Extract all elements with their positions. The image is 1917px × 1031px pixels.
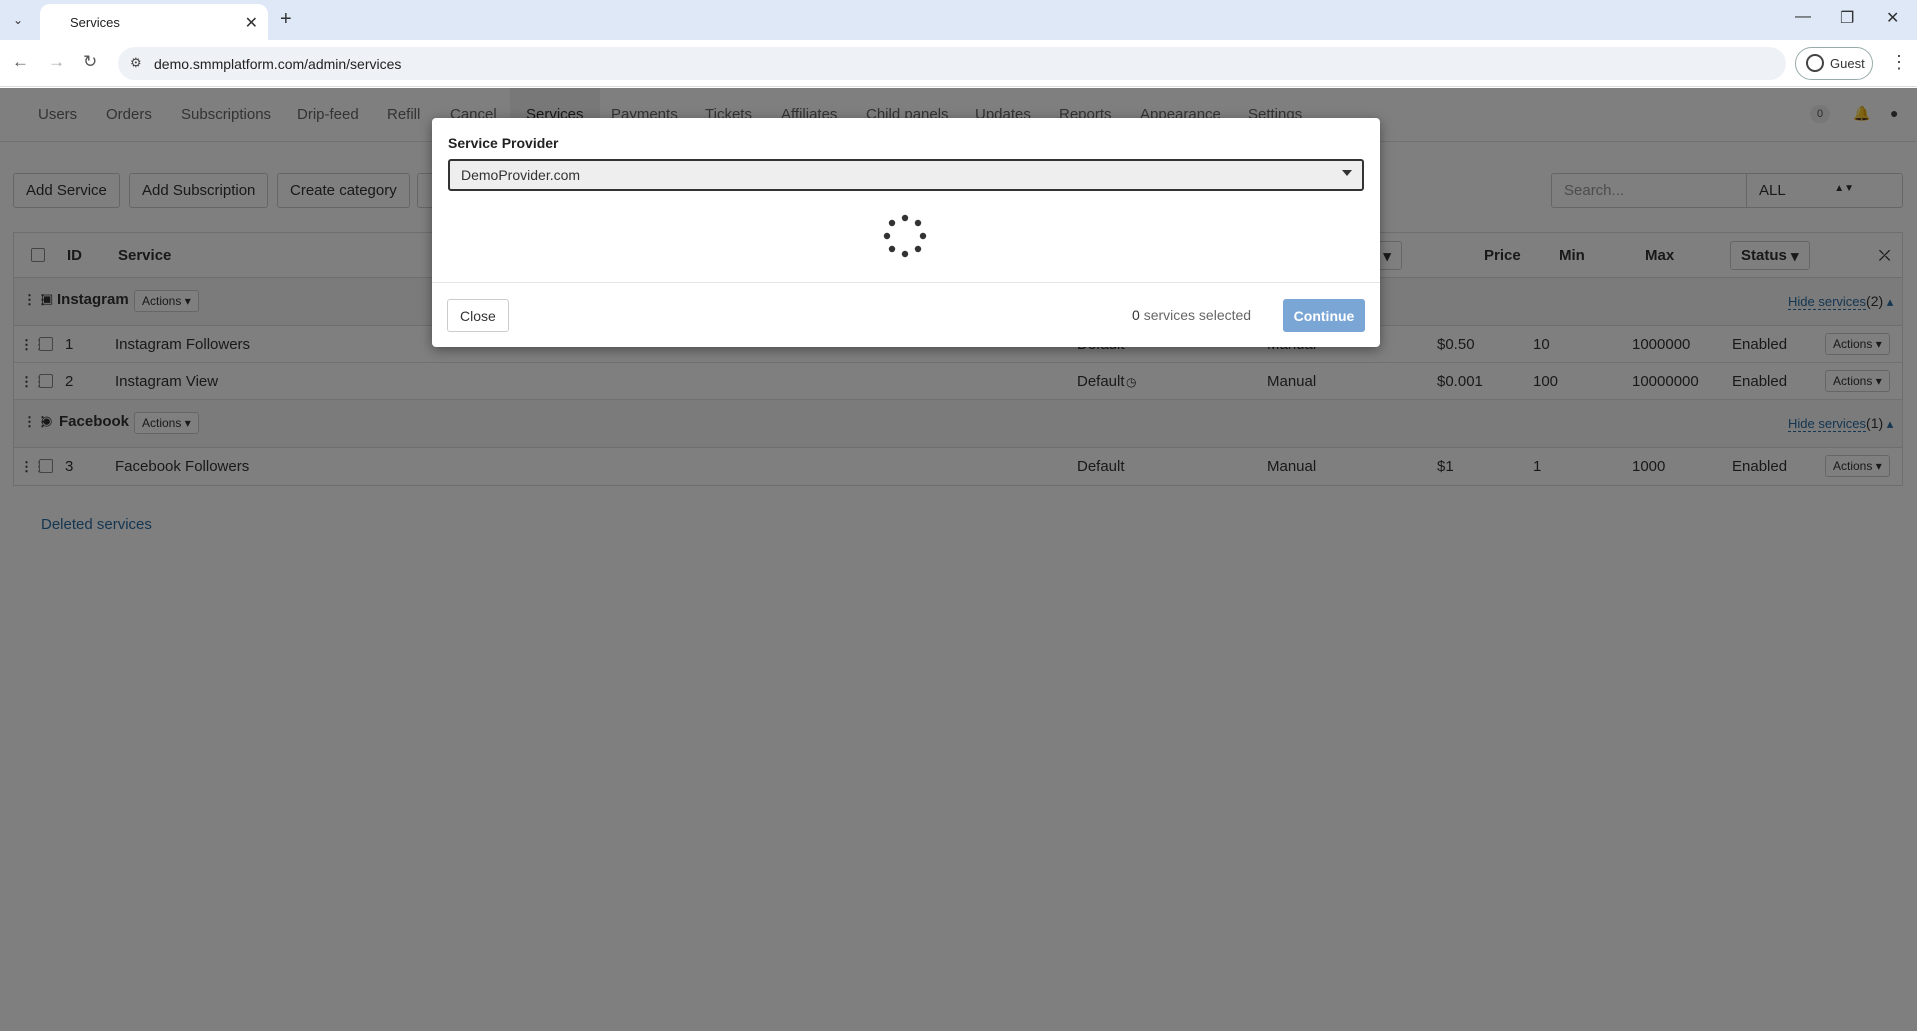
modal-footer: Close 0 services selected Continue bbox=[432, 282, 1380, 347]
back-icon[interactable]: ← bbox=[12, 52, 29, 72]
modal-label: Service Provider bbox=[448, 135, 559, 151]
address-bar: ← → ↻ ⚙ demo.smmplatform.com/admin/servi… bbox=[0, 40, 1917, 87]
provider-select[interactable]: DemoProvider.com bbox=[448, 159, 1364, 191]
selected-count-text: 0 services selected bbox=[1132, 307, 1251, 323]
browser-tab-bar: ⌄ Services ✕ + — ❐ ✕ bbox=[0, 0, 1917, 40]
service-provider-modal: Service Provider DemoProvider.com Close … bbox=[432, 118, 1380, 347]
loading-spinner-icon bbox=[883, 214, 927, 258]
url-text: demo.smmplatform.com/admin/services bbox=[154, 55, 402, 72]
profile-label: Guest bbox=[1830, 56, 1865, 71]
continue-button[interactable]: Continue bbox=[1283, 299, 1365, 332]
url-field[interactable]: ⚙ demo.smmplatform.com/admin/services bbox=[118, 47, 1786, 80]
restore-icon[interactable]: ❐ bbox=[1840, 8, 1854, 28]
new-tab-icon[interactable]: + bbox=[280, 8, 292, 31]
browser-menu-icon[interactable]: ⋮ bbox=[1890, 52, 1908, 73]
tab-close-icon[interactable]: ✕ bbox=[245, 13, 258, 33]
forward-icon[interactable]: → bbox=[48, 52, 65, 72]
selected-count-suffix: services selected bbox=[1143, 307, 1252, 323]
provider-select-value: DemoProvider.com bbox=[461, 167, 581, 183]
reload-icon[interactable]: ↻ bbox=[83, 52, 97, 72]
chevron-down-icon bbox=[1342, 170, 1352, 176]
minimize-icon[interactable]: — bbox=[1795, 8, 1811, 26]
selected-count-value: 0 bbox=[1132, 307, 1140, 323]
profile-icon bbox=[1806, 54, 1824, 72]
tab-title: Services bbox=[70, 14, 120, 30]
tab-search-icon[interactable]: ⌄ bbox=[6, 8, 30, 32]
window-close-icon[interactable]: ✕ bbox=[1886, 8, 1899, 28]
browser-tab[interactable]: Services ✕ bbox=[40, 4, 268, 40]
site-info-icon[interactable]: ⚙ bbox=[130, 55, 142, 71]
profile-button[interactable]: Guest bbox=[1795, 47, 1873, 80]
close-button[interactable]: Close bbox=[447, 299, 509, 332]
